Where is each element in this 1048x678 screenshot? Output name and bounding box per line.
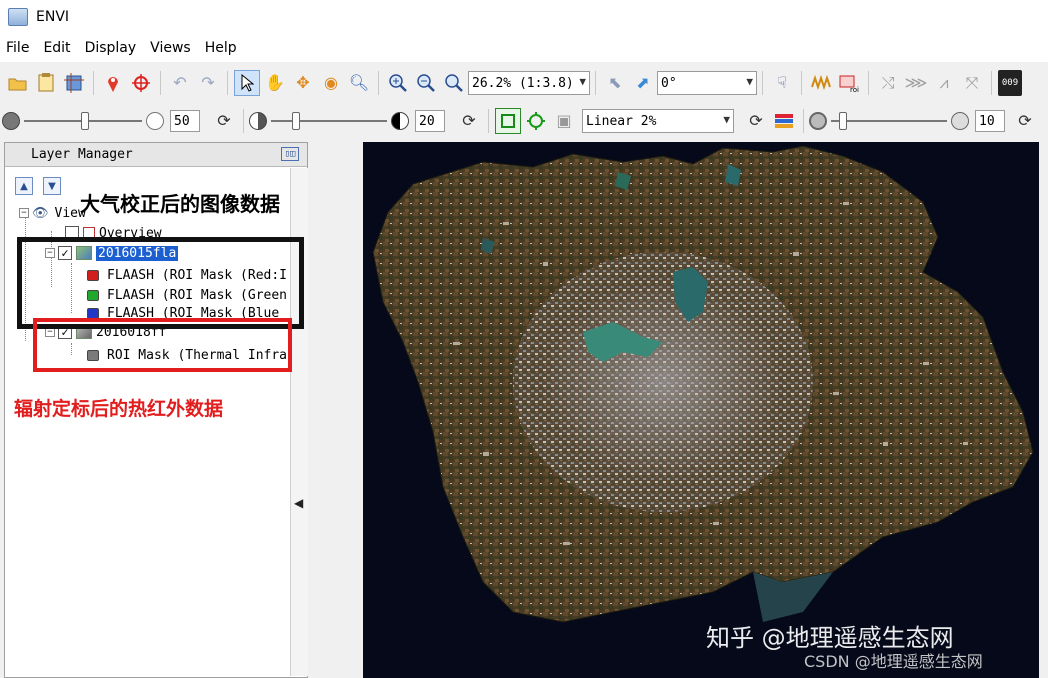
- envi-app-icon: [8, 8, 28, 26]
- menu-edit[interactable]: Edit: [36, 40, 77, 56]
- svg-text:roi: roi: [850, 86, 859, 93]
- zoom-in-icon[interactable]: [385, 70, 411, 96]
- reset-contrast-icon[interactable]: ⟳: [456, 108, 482, 134]
- annotation-red-label: 辐射定标后的热红外数据: [14, 398, 224, 420]
- sharpen-high-icon: [951, 112, 969, 130]
- undo-icon[interactable]: ↶: [167, 70, 193, 96]
- eye-icon: 👁︎: [32, 205, 49, 221]
- contrast-slider-thumb[interactable]: [292, 112, 300, 130]
- image-view[interactable]: [363, 142, 1039, 678]
- place-marker-icon[interactable]: [100, 70, 126, 96]
- toolbar-separator: [801, 71, 802, 95]
- menu-display[interactable]: Display: [78, 40, 144, 56]
- vector-tool-icon[interactable]: ⤭: [875, 70, 901, 96]
- menu-file[interactable]: File: [0, 40, 36, 56]
- city-glow: [543, 282, 783, 482]
- pin-icon[interactable]: ▯◫: [281, 147, 299, 161]
- data-manager-icon[interactable]: [33, 70, 59, 96]
- annotation-black-label: 大气校正后的图像数据: [80, 192, 280, 216]
- toolbar-separator: [227, 71, 228, 95]
- toolbar-separator: [868, 71, 869, 95]
- spectral-profile-icon[interactable]: [808, 70, 834, 96]
- brightness-low-icon: [2, 112, 20, 130]
- zoom-dropdown[interactable]: 26.2% (1:3.8) ▼: [468, 71, 590, 95]
- contrast-high-icon: [391, 112, 409, 130]
- rotate-right-icon[interactable]: ⬈: [630, 70, 656, 96]
- rotation-value: 0°: [661, 75, 677, 91]
- redo-icon[interactable]: ↷: [195, 70, 221, 96]
- menu-help[interactable]: Help: [198, 40, 244, 56]
- zoom-tool-icon[interactable]: 🔍︎: [346, 70, 372, 96]
- main-toolbar: ↶ ↷ ✋ ✥ ◉ 🔍︎ 26.2% (1:3.8) ▼ ⬉ ⬈ 0° ▼ ☟ …: [0, 64, 1048, 102]
- vector-join-icon[interactable]: ⩘: [931, 70, 957, 96]
- stretch-data-icon[interactable]: [523, 108, 549, 134]
- cursor-value-icon[interactable]: ☟: [769, 70, 795, 96]
- move-down-icon[interactable]: ▼: [43, 177, 61, 195]
- contrast-low-icon: [249, 112, 267, 130]
- chevron-down-icon: ▼: [746, 75, 753, 88]
- toolbar-separator: [803, 109, 804, 133]
- toolbar-separator: [243, 109, 244, 133]
- menu-bar: File Edit Display Views Help: [0, 34, 1048, 62]
- sharpen-low-icon: [809, 112, 827, 130]
- sharpen-slider[interactable]: [831, 110, 947, 132]
- refresh-icon[interactable]: ⟳: [743, 108, 769, 134]
- toolbar-separator: [762, 71, 763, 95]
- toolbar-separator: [488, 109, 489, 133]
- toolbar-separator: [378, 71, 379, 95]
- menu-views[interactable]: Views: [143, 40, 198, 56]
- layer-manager-header: Layer Manager ▯◫: [5, 143, 307, 167]
- stretch-lock-icon[interactable]: ▣: [551, 108, 577, 134]
- brightness-high-icon: [146, 112, 164, 130]
- toolbar-separator: [93, 71, 94, 95]
- stretch-value: Linear 2%: [586, 113, 657, 129]
- toolbar-separator: [991, 71, 992, 95]
- layer-manager-title: Layer Manager: [31, 147, 133, 162]
- stretch-dropdown[interactable]: Linear 2% ▼: [582, 109, 734, 133]
- reset-brightness-icon[interactable]: ⟳: [211, 108, 237, 134]
- collapse-icon[interactable]: −: [19, 208, 29, 218]
- vector-split-icon[interactable]: ⤧: [959, 70, 985, 96]
- sharpen-slider-thumb[interactable]: [839, 112, 847, 130]
- rotate-icon[interactable]: ◉: [318, 70, 344, 96]
- title-bar: ENVI: [0, 0, 1048, 34]
- color-table-icon[interactable]: [771, 108, 797, 134]
- tree-view-node[interactable]: − 👁︎ View: [19, 203, 86, 223]
- roi-tool-icon[interactable]: roi: [836, 70, 862, 96]
- zoom-value: 26.2% (1:3.8): [472, 75, 574, 91]
- rotation-dropdown[interactable]: 0° ▼: [657, 71, 757, 95]
- fly-icon[interactable]: ✥: [290, 70, 316, 96]
- chevron-down-icon: ▼: [579, 75, 586, 88]
- rotate-left-icon[interactable]: ⬉: [602, 70, 628, 96]
- annotation-black-box: [17, 237, 304, 329]
- chip-view-icon[interactable]: [61, 70, 87, 96]
- pan-hand-icon[interactable]: ✋: [262, 70, 288, 96]
- satellite-image: [372, 145, 1034, 623]
- move-up-icon[interactable]: ▲: [15, 177, 33, 195]
- zoom-fit-icon[interactable]: [441, 70, 467, 96]
- vector-edit-icon[interactable]: ⋙: [903, 70, 929, 96]
- sharpen-reset-icon[interactable]: ⟳: [1012, 108, 1038, 134]
- window-title: ENVI: [36, 9, 70, 25]
- annotation-red-box: [33, 318, 292, 372]
- brightness-slider-thumb[interactable]: [81, 112, 89, 130]
- open-icon[interactable]: [5, 70, 31, 96]
- sharpen-field[interactable]: 10: [975, 110, 1005, 132]
- brightness-slider[interactable]: [24, 110, 142, 132]
- watermark-sub: CSDN @地理遥感生态网: [804, 652, 983, 671]
- brightness-field[interactable]: 50: [170, 110, 200, 132]
- contrast-slider[interactable]: [271, 110, 387, 132]
- contrast-field[interactable]: 20: [415, 110, 445, 132]
- display-toolbar: 50 ⟳ 20 ⟳ ▣ Linear 2% ▼ ⟳ 10 ⟳: [0, 104, 1048, 138]
- toolbar-separator: [595, 71, 596, 95]
- counter-button[interactable]: 009: [998, 70, 1022, 96]
- stretch-full-icon[interactable]: [495, 108, 521, 134]
- collapse-panel-icon[interactable]: ◀: [294, 496, 306, 512]
- chevron-down-icon: ▼: [723, 113, 730, 126]
- crosshair-icon[interactable]: [128, 70, 154, 96]
- select-arrow-icon[interactable]: [234, 70, 260, 96]
- zoom-out-icon[interactable]: [413, 70, 439, 96]
- toolbar-separator: [160, 71, 161, 95]
